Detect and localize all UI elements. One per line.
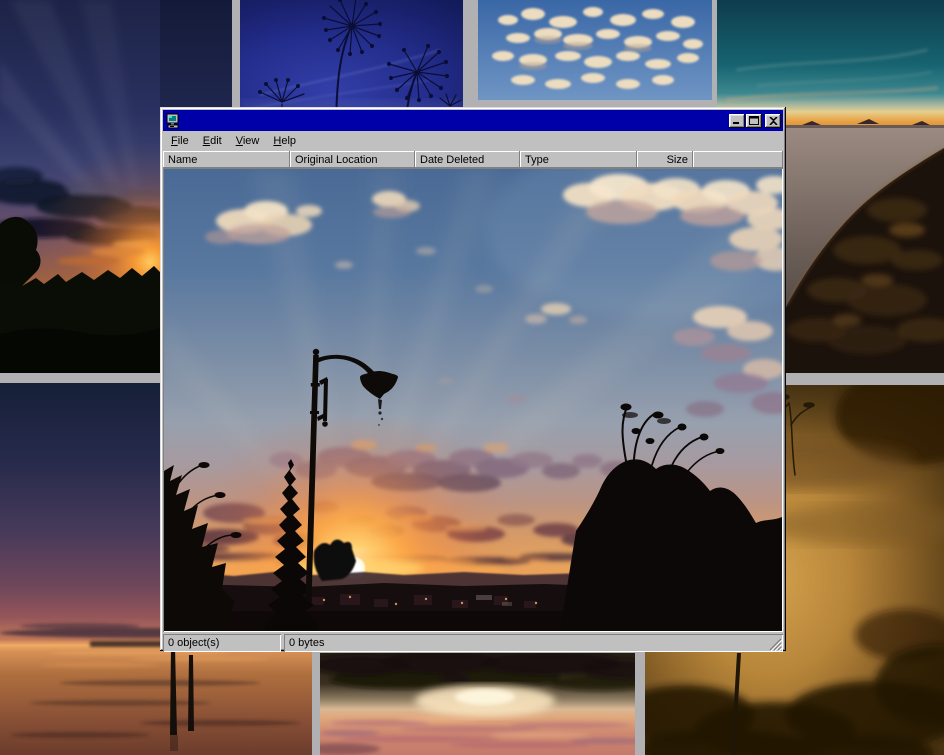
column-header-row: Name Original Location Date Deleted Type…: [163, 151, 783, 168]
minimize-icon: [732, 116, 742, 125]
menu-help[interactable]: Help: [266, 133, 303, 149]
wallpaper-photo-altocumulus: [478, 0, 712, 100]
minimize-button[interactable]: [729, 114, 745, 128]
resize-grip-icon[interactable]: [769, 638, 782, 651]
wallpaper-photo-water-reflection: [320, 653, 635, 755]
desktop[interactable]: File Edit View Help Name Original Locati…: [0, 0, 944, 755]
titlebar[interactable]: [163, 110, 783, 131]
maximize-button[interactable]: [746, 114, 762, 128]
menu-file[interactable]: File: [164, 133, 196, 149]
menu-view[interactable]: View: [229, 133, 267, 149]
column-header-date-deleted[interactable]: Date Deleted: [415, 151, 520, 168]
menubar: File Edit View Help: [163, 131, 783, 151]
list-view-area[interactable]: [163, 168, 783, 632]
column-header-original-location[interactable]: Original Location: [290, 151, 415, 168]
recycle-bin-window: File Edit View Help Name Original Locati…: [160, 107, 786, 651]
wallpaper-photo-sunset-rays: [0, 0, 160, 373]
close-icon: [769, 117, 778, 125]
menu-edit[interactable]: Edit: [196, 133, 229, 149]
column-header-size[interactable]: Size: [637, 151, 693, 168]
computer-icon: [165, 113, 181, 129]
column-header-name[interactable]: Name: [163, 151, 290, 168]
wallpaper-photo-dried-flowers: [240, 0, 463, 120]
close-button[interactable]: [765, 114, 781, 128]
maximize-icon: [749, 116, 759, 125]
folder-background-photo: [164, 169, 782, 631]
column-header-type[interactable]: Type: [520, 151, 637, 168]
status-object-count: 0 object(s): [163, 634, 281, 652]
column-header-filler: [693, 151, 783, 168]
statusbar: 0 object(s) 0 bytes: [163, 634, 783, 652]
status-byte-count: 0 bytes: [284, 634, 783, 652]
